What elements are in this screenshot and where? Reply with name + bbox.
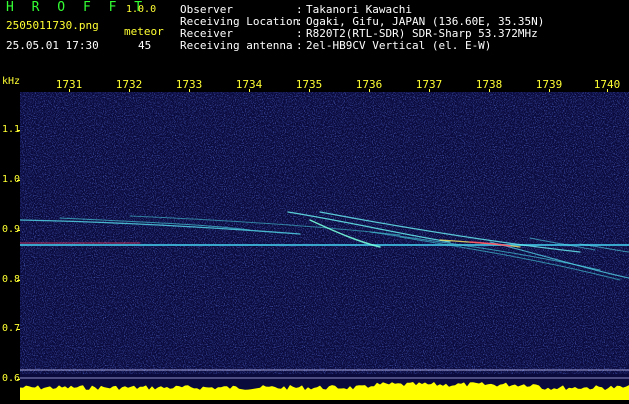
signal-strip (20, 374, 629, 400)
separator: : (296, 39, 303, 52)
header-panel: H R O F F T 1.0.0 2505011730.png 25.05.0… (0, 0, 629, 72)
meteor-count: 45 (138, 39, 152, 52)
meteor-label: meteor (124, 25, 164, 38)
antenna-value: 2el-HB9CV Vertical (el. E-W) (306, 39, 492, 52)
noise-field (20, 92, 629, 374)
app-version: 1.0.0 (126, 4, 157, 15)
spectrogram-canvas (19, 92, 629, 374)
antenna-label: Receiving antenna (180, 39, 293, 52)
signal-strip-canvas (20, 374, 629, 400)
file-name: 2505011730.png (6, 19, 99, 32)
datetime: 25.05.01 17:30 (6, 39, 99, 52)
y-unit-label: kHz (2, 76, 21, 87)
spectrogram (19, 92, 629, 374)
